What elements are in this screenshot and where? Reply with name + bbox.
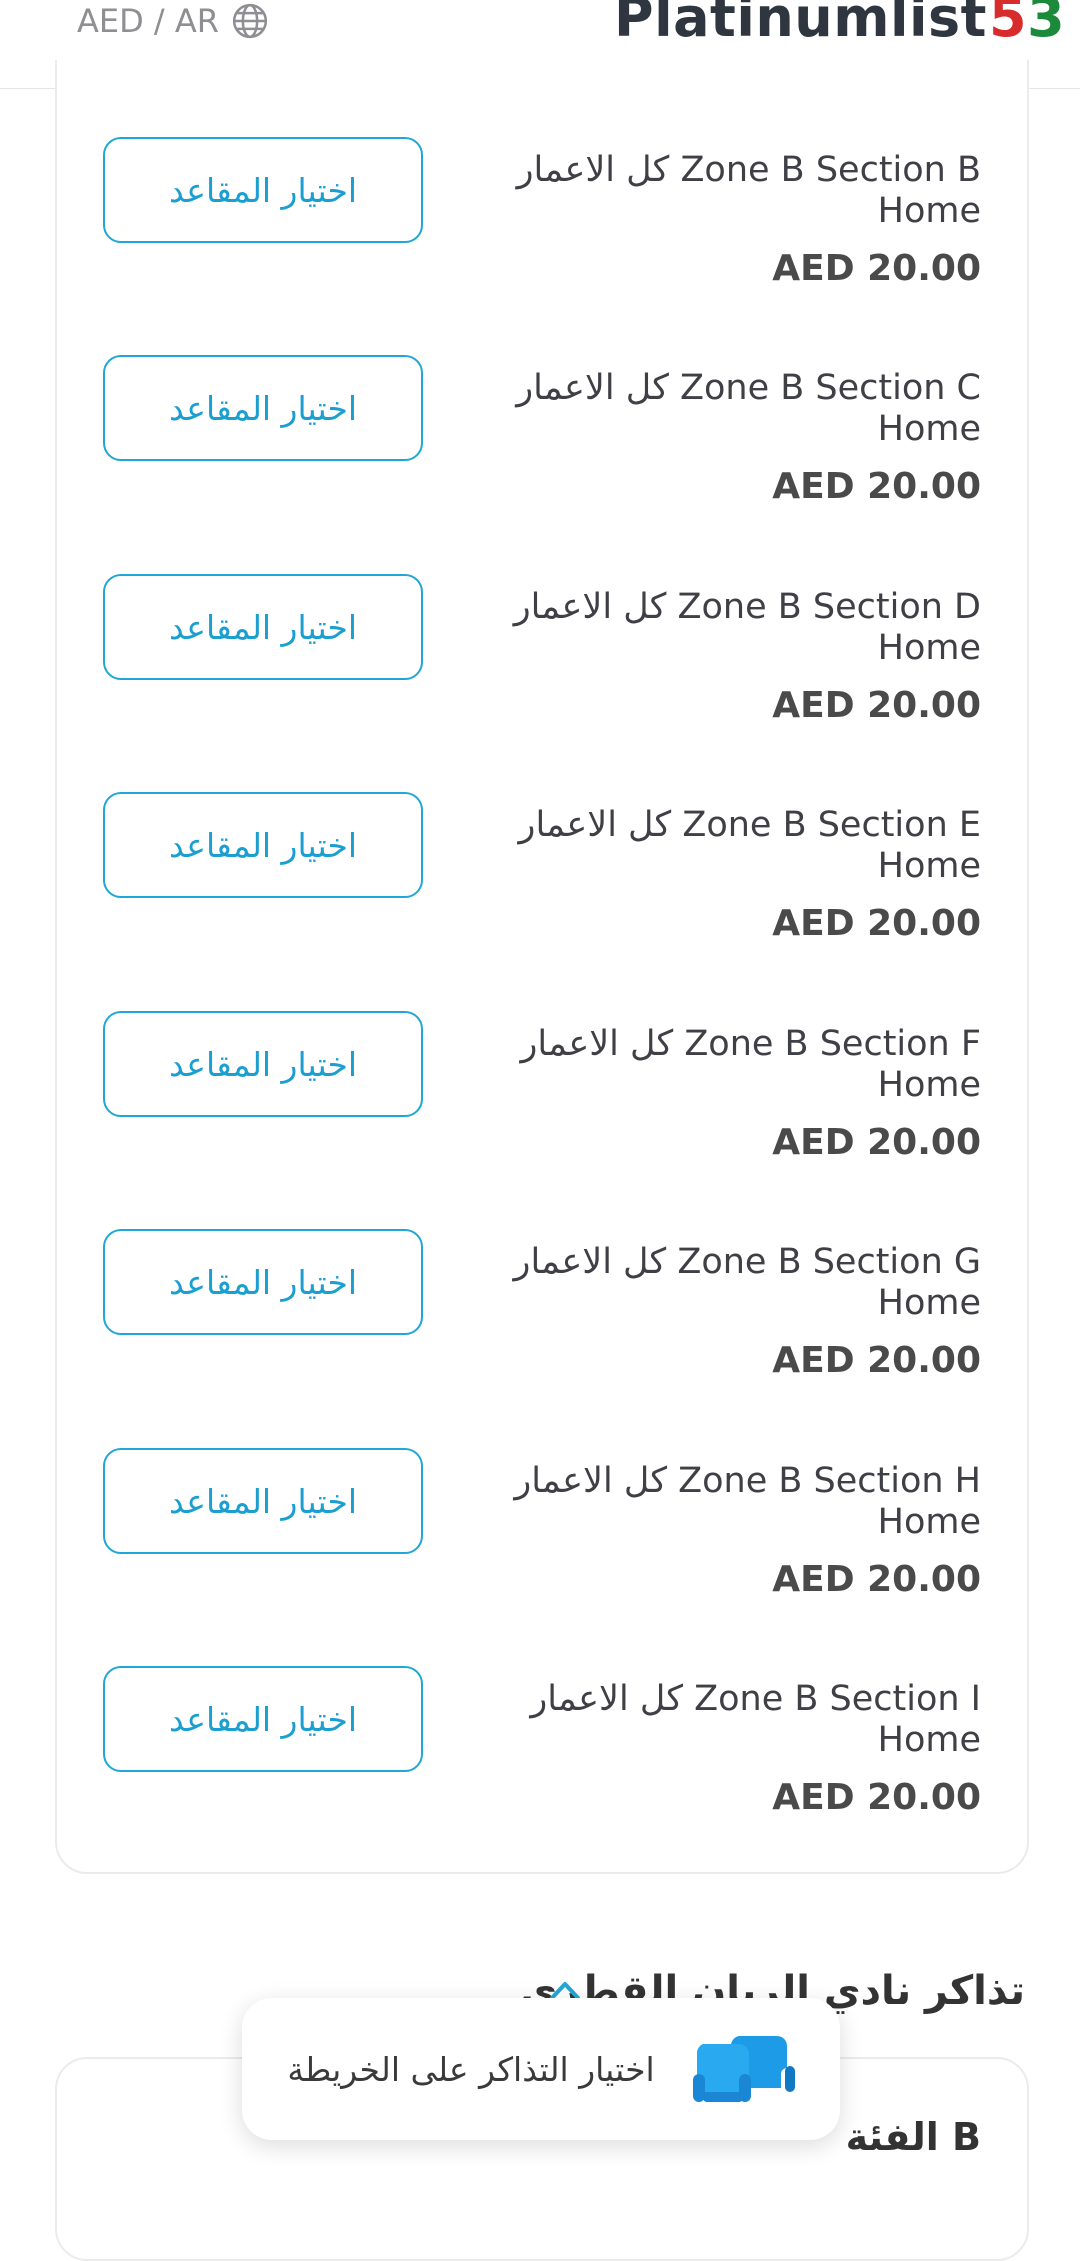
brand-logo[interactable]: Platinumlist 53 [614,0,1065,52]
ticket-name: كل الاعمار Zone B Section D Home [513,587,981,668]
globe-icon[interactable] [231,2,269,40]
seats-icon [692,2036,795,2102]
ticket-price: AED 20.00 [772,903,981,944]
ticket-price: AED 20.00 [772,1777,981,1818]
ticket-row: كل الاعمار Zone B Section C Home AED 20.… [57,355,1027,586]
select-seats-button[interactable]: اختيار المقاعد [103,1011,423,1117]
select-seats-button[interactable]: اختيار المقاعد [103,574,423,680]
select-seats-button[interactable]: اختيار المقاعد [103,792,423,898]
ticket-row: كل الاعمار Zone B Section E Home AED 20.… [57,792,1027,1023]
select-seats-button[interactable]: اختيار المقاعد [103,137,423,243]
ticket-name: كل الاعمار Zone B Section H Home [514,1461,981,1542]
ticket-name: كل الاعمار Zone B Section G Home [513,1242,981,1323]
ticket-name: كل الاعمار Zone B Section F Home [520,1024,981,1105]
category-title: الفئة B [845,2115,981,2159]
select-seats-button[interactable]: اختيار المقاعد [103,355,423,461]
brand-wordmark: Platinumlist [614,0,987,49]
select-seats-button[interactable]: اختيار المقاعد [103,1448,423,1554]
ticket-price: AED 20.00 [772,1340,981,1381]
ticket-name: كل الاعمار Zone B Section B Home [516,150,981,231]
ticket-row: كل الاعمار Zone B Section I Home AED 20.… [57,1666,1027,1897]
ticket-price: AED 20.00 [772,466,981,507]
select-on-map-label[interactable]: اختيار التذاكر على الخريطة [287,2050,654,2089]
select-seats-button[interactable]: اختيار المقاعد [103,1229,423,1335]
ticket-price: AED 20.00 [772,1122,981,1163]
ticket-row: كل الاعمار Zone B Section F Home AED 20.… [57,1011,1027,1242]
ticket-row: كل الاعمار Zone B Section H Home AED 20.… [57,1448,1027,1679]
select-on-map-button[interactable]: اختيار التذاكر على الخريطة [242,1998,840,2140]
ticket-price: AED 20.00 [772,1559,981,1600]
ticket-name: كل الاعمار Zone B Section C Home [516,368,981,449]
ticket-price: AED 20.00 [772,685,981,726]
locale-label[interactable]: AED / AR [77,2,219,40]
select-seats-button[interactable]: اختيار المقاعد [103,1666,423,1772]
ticket-list-card: كل الاعمار Zone B Section B Home AED 20.… [55,60,1029,1874]
brand-53-mark: 53 [988,0,1066,49]
ticket-row: كل الاعمار Zone B Section G Home AED 20.… [57,1229,1027,1460]
ticket-row: كل الاعمار Zone B Section D Home AED 20.… [57,574,1027,805]
ticket-name: كل الاعمار Zone B Section E Home [518,805,981,886]
ticket-row: كل الاعمار Zone B Section B Home AED 20.… [57,137,1027,368]
locale-switcher[interactable]: AED / AR [77,2,269,40]
ticket-price: AED 20.00 [772,248,981,289]
ticket-name: كل الاعمار Zone B Section I Home [530,1679,981,1760]
